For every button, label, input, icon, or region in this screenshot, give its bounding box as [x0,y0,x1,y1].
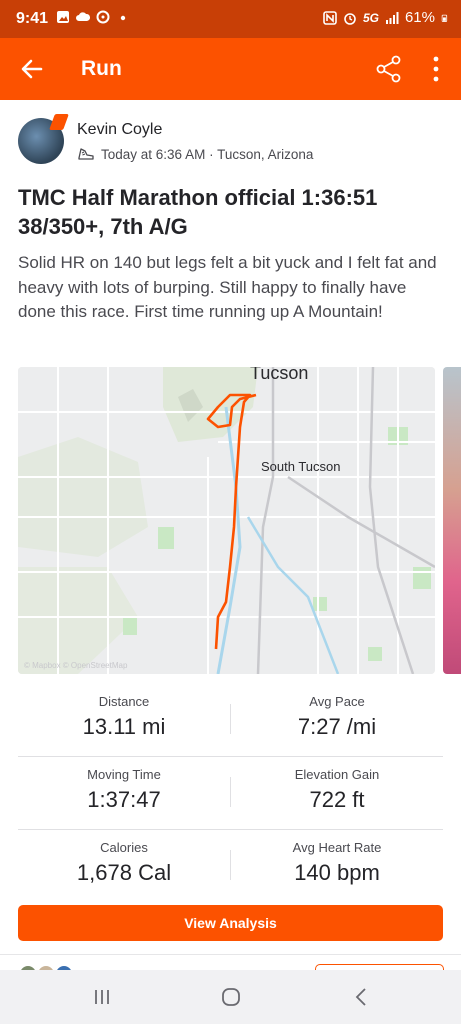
arrow-left-icon[interactable] [18,55,46,83]
park [368,647,382,661]
recent-apps-icon[interactable] [90,986,114,1008]
sync-icon [96,10,110,24]
map-label-city: Tucson [250,367,308,383]
shoe-icon [78,148,94,160]
stats-row: Distance 13.11 mi Avg Pace 7:27 /mi [18,684,443,757]
view-analysis-button[interactable]: View Analysis [18,905,443,941]
stat-elevation-gain: Elevation Gain 722 ft [294,767,380,812]
stat-distance: Distance 13.11 mi [82,694,166,739]
status-time: 9:41 [16,10,49,27]
page-title: Run [81,57,122,80]
park [123,617,137,635]
map-canvas: Tucson South Tucson © Mapbox © OpenStree… [18,367,435,674]
park [313,597,327,611]
signal-icon [385,11,399,24]
share-icon[interactable] [374,54,404,84]
subscriber-badge [49,114,69,130]
network-label: 5G [362,10,379,25]
park [158,527,174,549]
alarm-icon [344,12,356,25]
image-icon [57,11,69,23]
battery-label: 61% [404,9,435,26]
map-attribution: © Mapbox © OpenStreetMap [24,661,128,670]
activity-photo[interactable] [443,367,461,674]
stats-grid: Distance 13.11 mi Avg Pace 7:27 /mi Movi… [18,684,443,902]
home-icon[interactable] [219,986,243,1008]
avatar[interactable] [18,114,69,164]
park [413,567,431,589]
activity-description: Solid HR on 140 but legs felt a bit yuck… [18,253,437,321]
activity-header: Kevin Coyle Today at 6:36 AM · Tucson, A… [18,114,448,170]
status-bar: 9:41 5G 61% [0,0,461,38]
stat-avg-pace: Avg Pace 7:27 /mi [297,694,377,739]
stats-row: Moving Time 1:37:47 Elevation Gain 722 f… [18,757,443,830]
route-map[interactable]: Tucson South Tucson © Mapbox © OpenStree… [18,367,435,674]
dot-icon [120,15,126,21]
back-icon[interactable] [350,986,374,1008]
divider [0,954,461,955]
stat-calories: Calories 1,678 Cal [76,840,172,885]
stats-row: Calories 1,678 Cal Avg Heart Rate 140 bp… [18,830,443,902]
athlete-name[interactable]: Kevin Coyle [77,121,162,139]
activity-meta-text: Today at 6:36 AM · Tucson, Arizona [101,146,314,162]
system-nav-bar [0,970,461,1024]
activity-title: TMC Half Marathon official 1:36:51 38/35… [18,185,378,239]
more-vertical-icon[interactable] [428,54,444,84]
stat-moving-time: Moving Time 1:37:47 [87,767,161,812]
nfc-icon [323,10,337,25]
cloud-icon [76,12,90,21]
map-label-area: South Tucson [261,459,341,474]
stat-avg-heart-rate: Avg Heart Rate 140 bpm [292,840,382,885]
battery-icon [441,14,448,22]
app-bar: Run [0,38,461,100]
activity-meta: Today at 6:36 AM · Tucson, Arizona [77,146,313,162]
